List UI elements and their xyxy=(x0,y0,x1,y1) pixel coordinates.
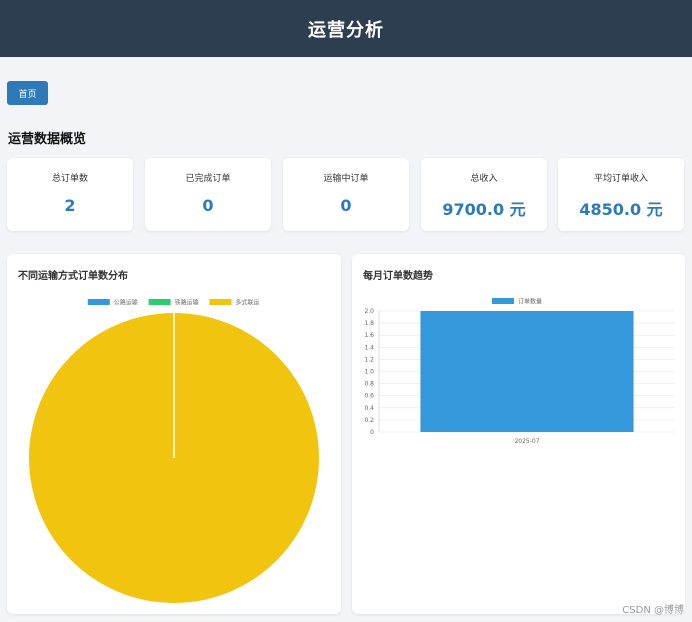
top-header: 运营分析 xyxy=(0,0,692,57)
y-tick-label: 0.4 xyxy=(364,405,374,412)
stat-card-average-revenue: 平均订单收入 4850.0 元 xyxy=(558,158,684,231)
legend-item[interactable]: 多式联运 xyxy=(209,299,259,307)
stat-label: 运输中订单 xyxy=(323,174,369,184)
stat-value: 0 xyxy=(202,196,214,215)
stat-value: 9700.0 元 xyxy=(442,200,526,219)
y-tick-label: 0 xyxy=(370,429,374,436)
stat-value: 0 xyxy=(340,196,352,215)
pie-chart: 公路运输 铁路运输 多式联运 xyxy=(29,299,319,603)
bar-chart-panel: 每月订单数趋势 订单数量 2.0 1.8 1.6 1.4 1.2 1.0 0.8 0.6 0.4 0… xyxy=(352,254,685,614)
legend-swatch xyxy=(148,299,171,305)
bar-2025-07[interactable] xyxy=(420,311,634,432)
stat-label: 总订单数 xyxy=(51,174,88,184)
x-tick-label: 2025-07 xyxy=(514,438,539,445)
stat-label: 已完成订单 xyxy=(185,174,231,184)
stat-label: 总收入 xyxy=(470,174,498,184)
stat-value: 2 xyxy=(64,196,76,215)
stat-card-total-orders: 总订单数 2 xyxy=(7,158,133,231)
overview-title: 运营数据概览 xyxy=(8,132,87,147)
legend-swatch xyxy=(209,299,232,305)
legend-label: 铁路运输 xyxy=(175,299,199,307)
legend-swatch xyxy=(492,298,514,304)
legend-label: 多式联运 xyxy=(235,299,259,307)
y-tick-label: 0.8 xyxy=(364,381,374,388)
legend-item[interactable]: 铁路运输 xyxy=(148,299,199,307)
y-tick-label: 2.0 xyxy=(364,308,374,315)
watermark: CSDN @博博 xyxy=(622,605,684,616)
home-button[interactable]: 首页 xyxy=(7,81,48,105)
bar-chart: 订单数量 2.0 1.8 1.6 1.4 1.2 1.0 0.8 0.6 0.4 0.2 0 2025-… xyxy=(364,298,675,445)
stat-card-in-transit-orders: 运输中订单 0 xyxy=(283,158,409,231)
stat-label: 平均订单收入 xyxy=(593,174,648,184)
pie-chart-panel: 不同运输方式订单数分布 公路运输 铁路运输 多式联运 xyxy=(7,254,341,614)
y-tick-label: 0.2 xyxy=(364,417,374,424)
legend-label: 订单数量 xyxy=(518,298,542,306)
y-tick-label: 1.6 xyxy=(364,332,374,339)
stat-card-completed-orders: 已完成订单 0 xyxy=(145,158,271,231)
legend-item[interactable]: 订单数量 xyxy=(492,298,542,306)
y-tick-label: 1.4 xyxy=(364,344,374,351)
legend-swatch xyxy=(87,299,110,305)
legend-item[interactable]: 公路运输 xyxy=(87,299,138,307)
stat-card-total-revenue: 总收入 9700.0 元 xyxy=(421,158,547,231)
y-tick-label: 1.8 xyxy=(364,320,374,327)
y-tick-label: 1.0 xyxy=(364,369,374,376)
y-tick-label: 0.6 xyxy=(364,393,374,400)
stat-value: 4850.0 元 xyxy=(579,200,663,219)
legend-label: 公路运输 xyxy=(114,299,138,307)
page-title: 运营分析 xyxy=(308,19,384,41)
y-tick-label: 1.2 xyxy=(364,356,374,363)
